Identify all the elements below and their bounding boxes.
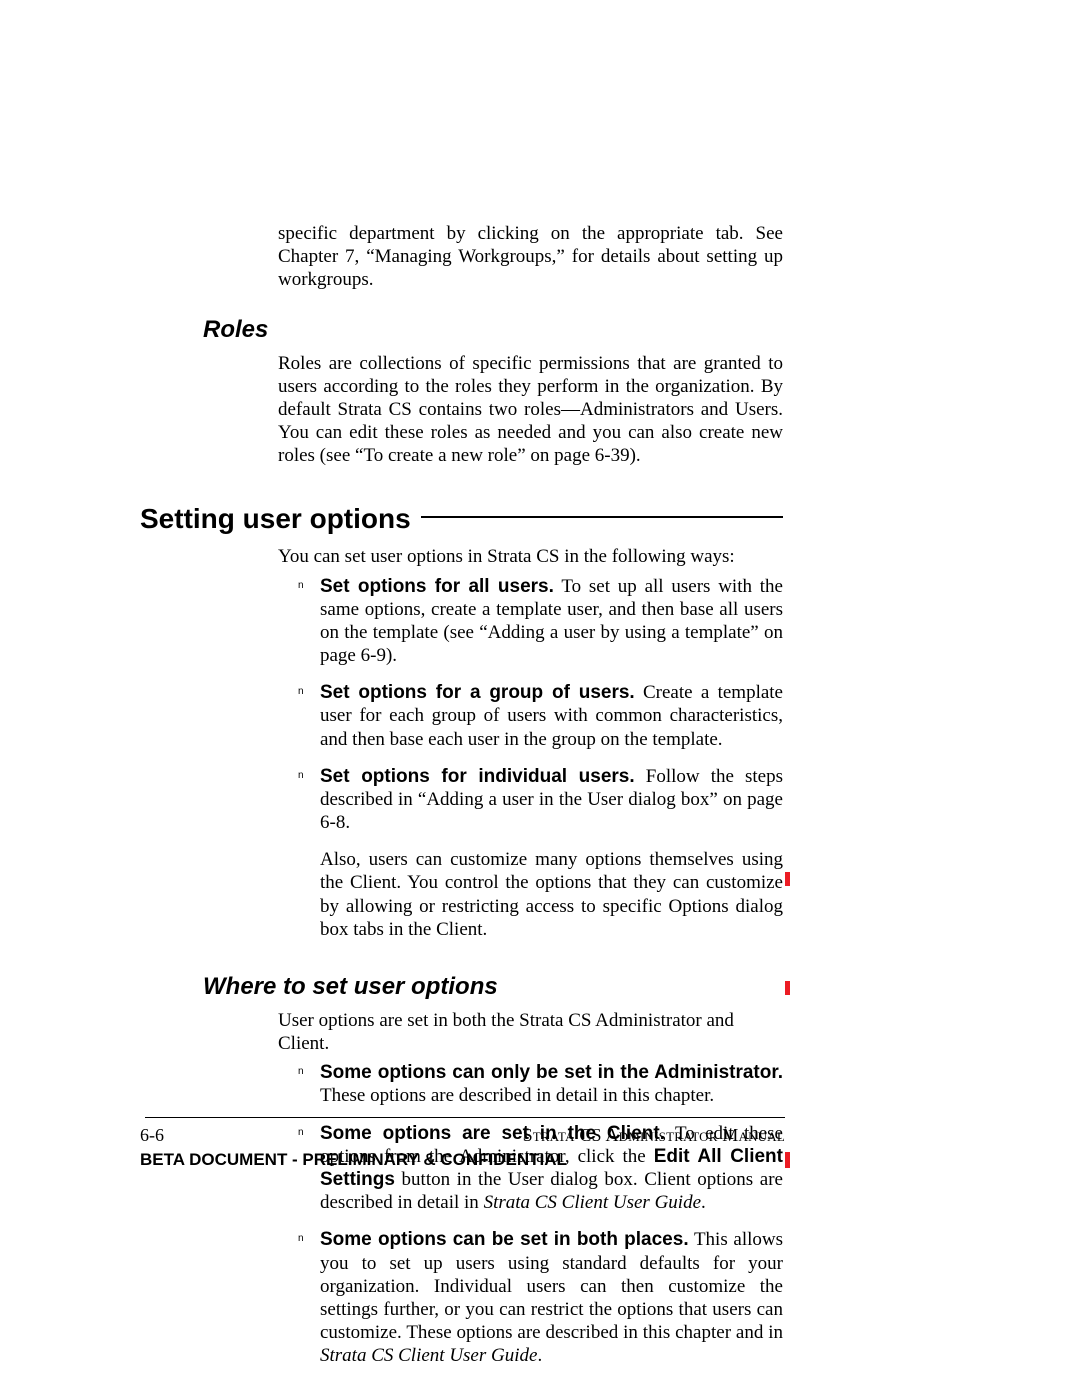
- list-item: Set options for a group of users. Create…: [278, 681, 783, 751]
- heading-roles: Roles: [203, 316, 783, 344]
- confidential-label: BETA DOCUMENT - PRELIMINARY & CONFIDENTI…: [140, 1150, 785, 1170]
- change-bar: [785, 981, 790, 995]
- roles-body: Roles are collections of specific permis…: [278, 352, 783, 468]
- document-page: specific department by clicking on the a…: [135, 0, 945, 1397]
- change-bar: [785, 872, 790, 886]
- bullet-bold: Some options can only be set in the Admi…: [320, 1062, 783, 1083]
- page-footer: 6-6 Strata CS Administrator Manual BETA …: [140, 1117, 785, 1170]
- footer-line-1: 6-6 Strata CS Administrator Manual: [140, 1125, 785, 1146]
- list-item: Set options for all users. To set up all…: [278, 575, 783, 668]
- bullet-bold: Set options for individual users.: [320, 766, 635, 787]
- bullet-text: .: [537, 1345, 542, 1366]
- change-bar: [785, 1152, 790, 1168]
- bullet-bold: Set options for all users.: [320, 576, 554, 597]
- bullet-bold: Some options can be set in both places.: [320, 1229, 689, 1250]
- page-number: 6-6: [140, 1125, 164, 1146]
- continuation-paragraph: specific department by clicking on the a…: [278, 222, 783, 292]
- list-item: Set options for individual users. Follow…: [278, 765, 783, 835]
- list-item: Some options can only be set in the Admi…: [278, 1061, 783, 1107]
- setting-bullet-list: Set options for all users. To set up all…: [278, 575, 783, 835]
- setting-after-paragraph: Also, users can customize many options t…: [320, 848, 783, 941]
- footer-rule: [145, 1117, 785, 1118]
- list-item: Some options can be set in both places. …: [278, 1228, 783, 1367]
- content-area: specific department by clicking on the a…: [135, 222, 783, 1381]
- where-intro: User options are set in both the Strata …: [278, 1009, 783, 1055]
- bullet-italic: Strata CS Client User Guide: [484, 1192, 701, 1213]
- bullet-text: .: [701, 1192, 706, 1213]
- where-bullet-list: Some options can only be set in the Admi…: [278, 1061, 783, 1367]
- bullet-text: These options are described in detail in…: [320, 1085, 714, 1106]
- bullet-bold: Set options for a group of users.: [320, 682, 635, 703]
- setting-intro: You can set user options in Strata CS in…: [278, 545, 783, 568]
- heading-label: Setting user options: [140, 503, 421, 535]
- heading-where-to-set: Where to set user options: [203, 973, 783, 1001]
- heading-rule: [421, 516, 783, 518]
- heading-setting-user-options: Setting user options: [140, 503, 783, 535]
- bullet-italic: Strata CS Client User Guide: [320, 1345, 537, 1366]
- manual-title: Strata CS Administrator Manual: [523, 1125, 785, 1146]
